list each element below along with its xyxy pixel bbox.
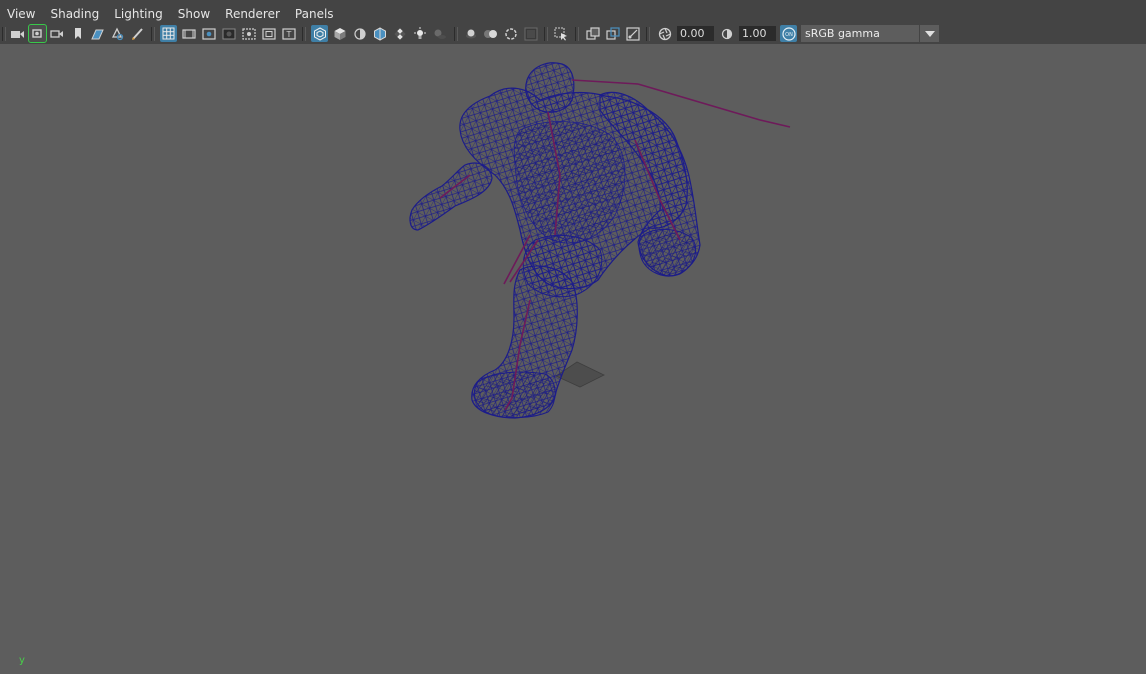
gate-mask-button[interactable] [220, 25, 237, 42]
textured-button[interactable] [391, 25, 408, 42]
menu-panels[interactable]: Panels [288, 0, 342, 24]
xray-active-components-button[interactable] [604, 25, 621, 42]
depth-of-field-icon [524, 27, 537, 40]
wireframe-on-shaded-button[interactable] [371, 25, 388, 42]
gamma-field[interactable]: 1.00 [739, 26, 776, 41]
toolbar-separator [2, 27, 6, 41]
3d-viewport[interactable]: y [0, 44, 1146, 674]
select-camera-button[interactable] [9, 25, 26, 42]
resolution-gate-icon [201, 27, 216, 40]
anti-aliasing-icon [504, 27, 517, 40]
bookmarks-button[interactable] [69, 25, 86, 42]
shadow-icon [434, 29, 446, 39]
bookmark-icon [74, 28, 81, 39]
wireframe-sphere-icon [313, 26, 326, 41]
gamma-icon [721, 28, 732, 39]
depth-of-field-button[interactable] [522, 25, 539, 42]
xray-joints-button[interactable] [624, 25, 641, 42]
wireframe-shading-button[interactable] [311, 25, 328, 42]
safe-title-icon: T [281, 27, 296, 40]
view-transform-toggle[interactable]: ON [780, 25, 797, 42]
toolbar-separator [575, 27, 579, 41]
menu-show[interactable]: Show [171, 0, 218, 24]
toolbar-separator [302, 27, 306, 41]
menu-lighting[interactable]: Lighting [107, 0, 171, 24]
half-circle-icon [353, 27, 366, 40]
toolbar-separator [544, 27, 548, 41]
exposure-field[interactable]: 0.00 [677, 26, 714, 41]
safe-title-button[interactable]: T [280, 25, 297, 42]
isolate-select-button[interactable] [552, 25, 569, 42]
camera-attributes-icon [50, 29, 63, 38]
xray-joints-icon [625, 26, 640, 41]
screen-space-ao-button[interactable] [462, 25, 479, 42]
xray-components-icon [605, 26, 620, 40]
isolate-select-icon [554, 27, 567, 40]
shadows-button[interactable] [431, 25, 448, 42]
toolbar-separator [454, 27, 458, 41]
field-chart-icon [241, 27, 256, 40]
ambient-occlusion-icon [465, 29, 476, 38]
xray-button[interactable] [584, 25, 601, 42]
character-wireframe-mesh [409, 62, 791, 419]
xray-icon [585, 26, 600, 40]
toolbar-separator [151, 27, 155, 41]
shaded-cube-icon [334, 27, 345, 40]
camera-icon [11, 30, 24, 38]
image-plane-button[interactable] [89, 25, 106, 42]
maya-viewport-panel: View Shading Lighting Show Renderer Pane… [0, 0, 1146, 674]
grid-icon [162, 27, 175, 40]
grid-toggle-button[interactable] [160, 25, 177, 42]
gate-mask-icon [222, 28, 235, 39]
view-axis-y-label: y [19, 655, 25, 666]
wireframe-on-shaded-icon [373, 26, 386, 41]
aperture-icon [658, 27, 671, 40]
safe-action-button[interactable] [260, 25, 277, 42]
film-gate-icon [181, 28, 196, 39]
panel-toolbar: T 0.00 1.00 ON sRGB gamma [0, 24, 1146, 44]
use-all-lights-button[interactable] [411, 25, 428, 42]
grease-pencil-button[interactable] [129, 25, 146, 42]
checker-icon [393, 27, 406, 40]
smooth-shade-button[interactable] [331, 25, 348, 42]
light-bulb-icon [413, 26, 426, 39]
safe-action-icon [261, 27, 276, 40]
motion-blur-button[interactable] [482, 25, 499, 42]
toolbar-separator [646, 27, 650, 41]
color-management-badge-label: ON [785, 32, 793, 38]
gamma-toggle-button[interactable] [718, 25, 735, 42]
2d-pan-zoom-button[interactable] [109, 25, 126, 42]
view-transform-select[interactable]: sRGB gamma [801, 25, 919, 42]
field-chart-button[interactable] [240, 25, 257, 42]
default-material-button[interactable] [351, 25, 368, 42]
lock-camera-button[interactable] [28, 24, 47, 43]
camera-lock-icon [32, 29, 42, 38]
menu-shading[interactable]: Shading [43, 0, 107, 24]
anti-aliasing-button[interactable] [502, 25, 519, 42]
chevron-down-icon [924, 30, 935, 37]
svg-text:T: T [285, 30, 291, 39]
view-transform-dropdown-button[interactable] [920, 25, 939, 42]
motion-blur-icon [483, 29, 497, 38]
film-gate-button[interactable] [180, 25, 197, 42]
left-arm-mesh [409, 162, 493, 231]
menu-renderer[interactable]: Renderer [218, 0, 288, 24]
resolution-gate-button[interactable] [200, 25, 217, 42]
camera-attributes-button[interactable] [49, 25, 66, 42]
pan-zoom-icon [111, 27, 124, 40]
right-fist-mesh [638, 229, 696, 277]
image-plane-icon [91, 29, 104, 39]
exposure-toggle-button[interactable] [656, 25, 673, 42]
panel-menu-bar: View Shading Lighting Show Renderer Pane… [0, 0, 1146, 24]
color-management-icon: ON [781, 26, 796, 41]
menu-view[interactable]: View [0, 0, 43, 24]
pencil-icon [132, 27, 143, 40]
